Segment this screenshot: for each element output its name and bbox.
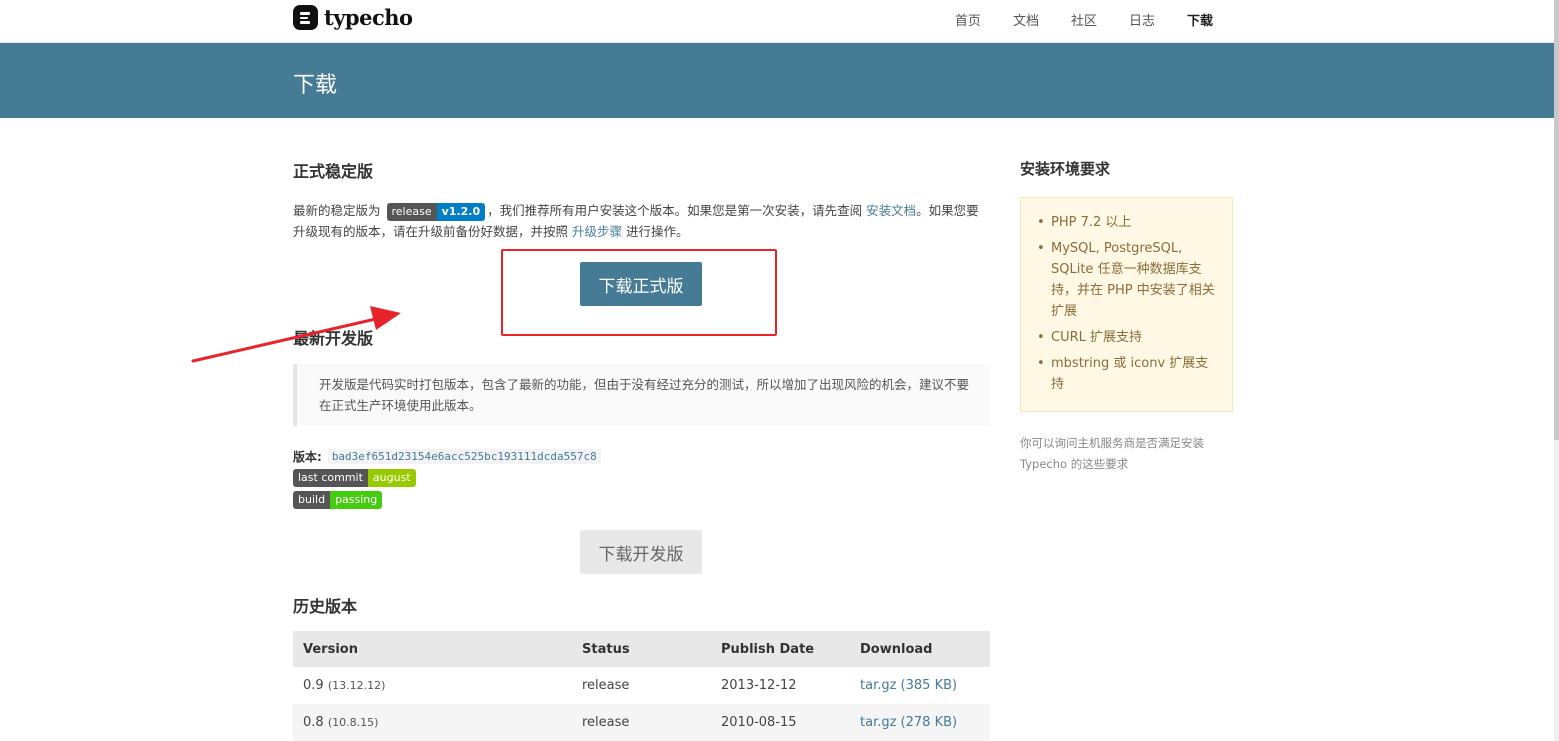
column-header-version: Version bbox=[293, 631, 572, 667]
requirements-title: 安装环境要求 bbox=[1020, 160, 1111, 178]
cell-download: tar.gz (385 KB) bbox=[850, 667, 990, 704]
download-stable-button[interactable]: 下载正式版 bbox=[580, 262, 702, 306]
top-navbar: typecho 首页 文档 社区 日志 下载 bbox=[0, 0, 1554, 43]
badge-left: last commit bbox=[293, 469, 368, 487]
nav-download[interactable]: 下载 bbox=[1187, 10, 1213, 29]
history-table: Version Status Publish Date Download 0.9… bbox=[293, 631, 990, 741]
history-section-title: 历史版本 bbox=[293, 597, 358, 616]
download-dev-button[interactable]: 下载开发版 bbox=[580, 530, 702, 574]
build-status-badge[interactable]: build passing bbox=[293, 491, 383, 509]
dev-warning-quote: 开发版是代码实时打包版本，包含了最新的功能，但由于没有经过充分的测试，所以增加了… bbox=[293, 364, 990, 426]
requirements-box: PHP 7.2 以上 MySQL, PostgreSQL, SQLite 任意一… bbox=[1020, 197, 1233, 412]
scrollbar-track[interactable] bbox=[1554, 0, 1559, 741]
install-doc-link[interactable]: 安装文档 bbox=[866, 203, 916, 218]
stable-text-4: 进行操作。 bbox=[626, 224, 689, 239]
list-item: PHP 7.2 以上 bbox=[1035, 212, 1218, 233]
list-item: mbstring 或 iconv 扩展支持 bbox=[1035, 353, 1218, 395]
cell-status: release bbox=[572, 704, 711, 741]
version-number: 0.8 bbox=[303, 715, 324, 730]
build-number: (13.12.12) bbox=[327, 679, 386, 692]
build-number: (10.8.15) bbox=[327, 716, 379, 729]
version-number: 0.9 bbox=[303, 678, 324, 693]
table-header-row: Version Status Publish Date Download bbox=[293, 631, 990, 667]
cell-status: release bbox=[582, 678, 630, 693]
badge-right: v1.2.0 bbox=[436, 202, 486, 221]
stable-description: 最新的稳定版为 release v1.2.0 ，我们推荐所有用户安装这个版本。如… bbox=[293, 200, 990, 242]
list-item: MySQL, PostgreSQL, SQLite 任意一种数据库支持，并在 P… bbox=[1035, 238, 1218, 322]
cell-date: 2010-08-15 bbox=[711, 704, 850, 741]
site-logo[interactable]: typecho bbox=[293, 5, 413, 30]
scrollbar-thumb[interactable] bbox=[1554, 0, 1559, 440]
cell-version: 0.8 (10.8.15) bbox=[293, 704, 572, 741]
dev-section-title: 最新开发版 bbox=[293, 329, 374, 348]
nav-blog[interactable]: 日志 bbox=[1129, 10, 1155, 29]
dev-version-line: 版本: bad3ef651d23154e6acc525bc193111dcda5… bbox=[293, 448, 601, 465]
download-link[interactable]: tar.gz (278 KB) bbox=[860, 715, 957, 730]
badge-left: release bbox=[386, 202, 437, 221]
column-header-status: Status bbox=[572, 631, 711, 667]
last-commit-badge[interactable]: last commit august bbox=[293, 469, 416, 487]
cell-date: 2013-12-12 bbox=[721, 678, 797, 693]
nav-docs[interactable]: 文档 bbox=[1013, 10, 1039, 29]
page-banner: 下载 bbox=[0, 43, 1554, 118]
stable-section-title: 正式稳定版 bbox=[293, 162, 374, 181]
main-nav: 首页 文档 社区 日志 下载 bbox=[923, 10, 1213, 29]
version-label: 版本: bbox=[293, 450, 322, 464]
stable-text-2: ，我们推荐所有用户安装这个版本。如果您是第一次安装，请先查阅 bbox=[487, 203, 863, 218]
download-link[interactable]: tar.gz (385 KB) bbox=[860, 678, 957, 693]
logo-text: typecho bbox=[324, 5, 413, 30]
table-row: 0.9 (13.12.12) release 2013-12-12 tar.gz… bbox=[293, 667, 990, 704]
version-hash: bad3ef651d23154e6acc525bc193111dcda557c8 bbox=[327, 449, 601, 464]
release-version-badge: release v1.2.0 bbox=[386, 202, 486, 221]
table-row: 0.8 (10.8.15) release 2010-08-15 tar.gz … bbox=[293, 704, 990, 741]
cell-version: 0.9 (13.12.12) bbox=[293, 667, 572, 704]
badge-right: august bbox=[367, 469, 416, 487]
requirements-list: PHP 7.2 以上 MySQL, PostgreSQL, SQLite 任意一… bbox=[1035, 212, 1218, 395]
nav-community[interactable]: 社区 bbox=[1071, 10, 1097, 29]
upgrade-steps-link[interactable]: 升级步骤 bbox=[572, 224, 622, 239]
column-header-download: Download bbox=[850, 631, 990, 667]
column-header-date: Publish Date bbox=[711, 631, 850, 667]
badge-left: build bbox=[293, 491, 331, 509]
list-item: CURL 扩展支持 bbox=[1035, 327, 1218, 348]
nav-home[interactable]: 首页 bbox=[955, 10, 981, 29]
cell-download: tar.gz (278 KB) bbox=[850, 704, 990, 741]
requirements-note: 你可以询问主机服务商是否满足安装 Typecho 的这些要求 bbox=[1020, 436, 1204, 471]
stable-text-1: 最新的稳定版为 bbox=[293, 203, 381, 218]
page-title: 下载 bbox=[293, 73, 338, 98]
badge-right: passing bbox=[330, 491, 383, 509]
typecho-logo-icon bbox=[293, 5, 318, 30]
